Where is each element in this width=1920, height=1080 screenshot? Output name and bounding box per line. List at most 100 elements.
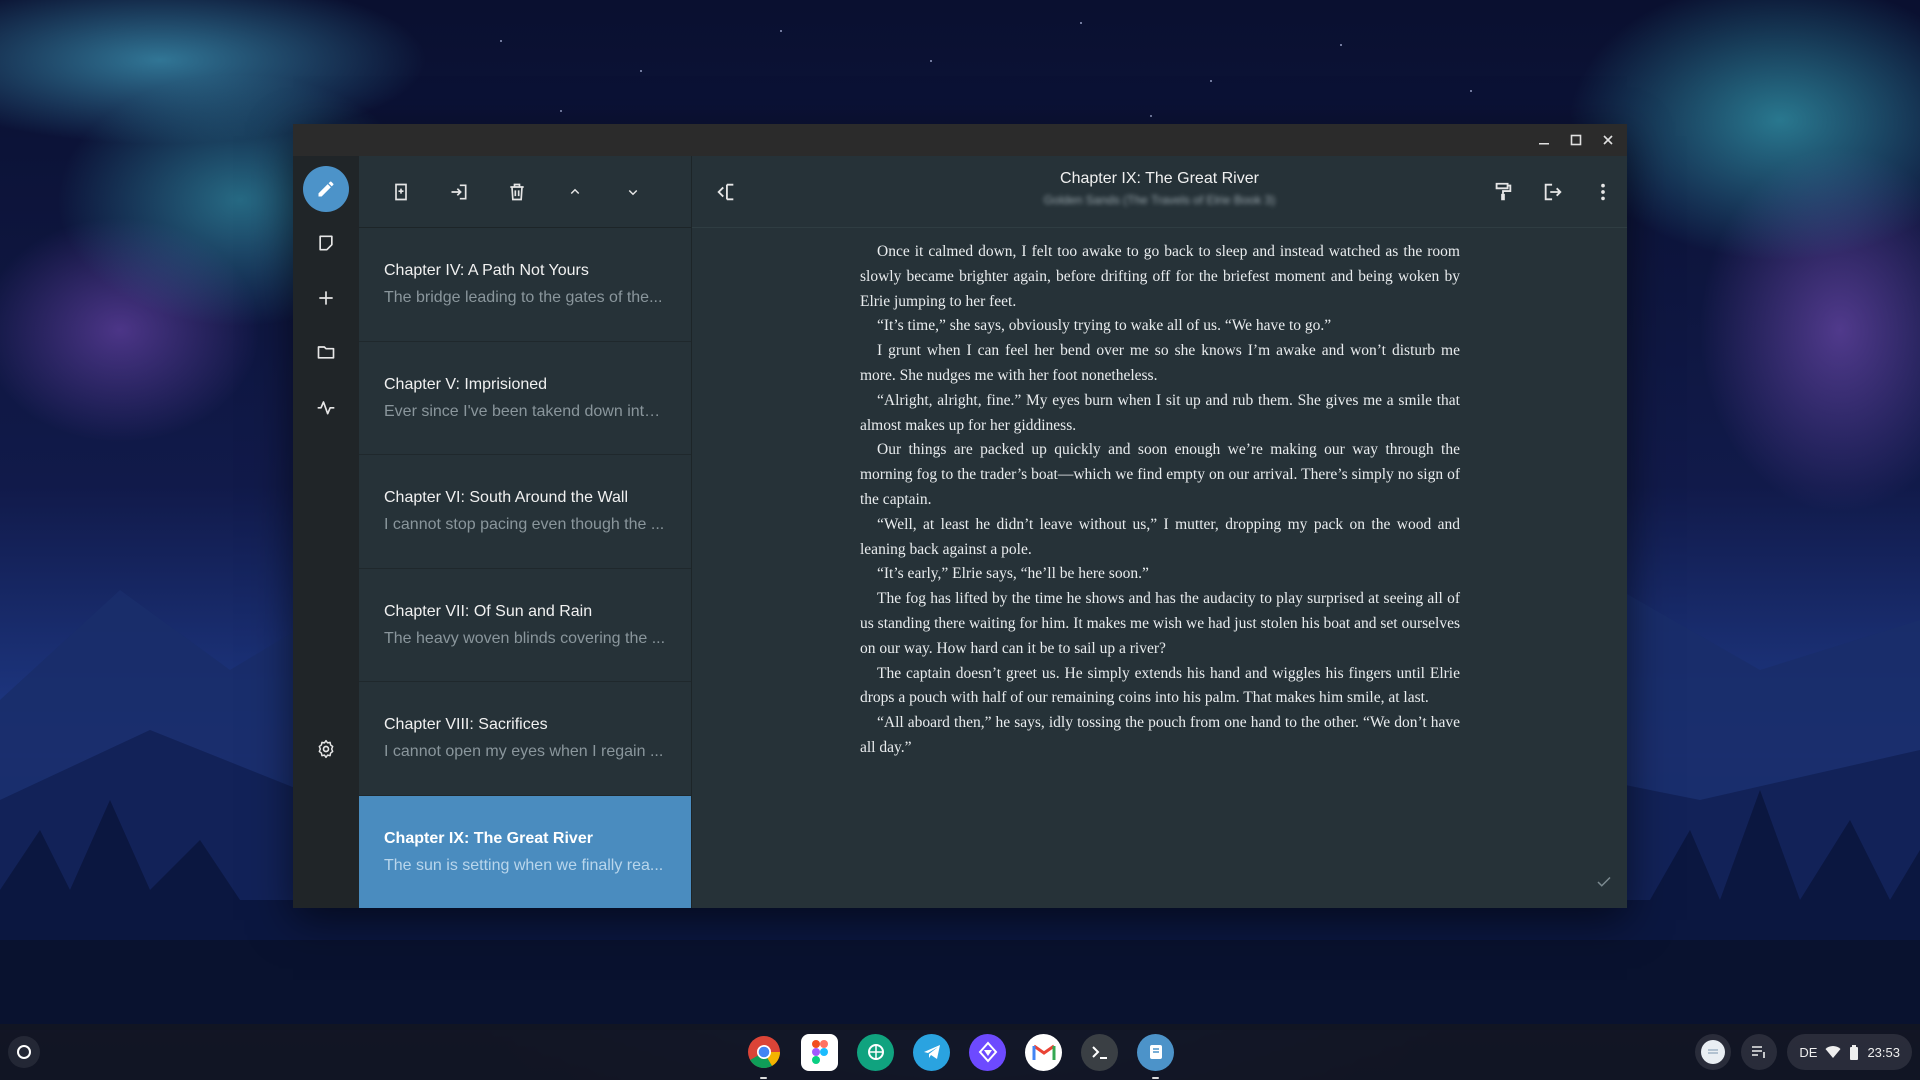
- chapter-snippet: The heavy woven blinds covering the ...: [384, 629, 666, 647]
- minimize-button[interactable]: [1535, 131, 1553, 149]
- chapter-list-item-selected[interactable]: Chapter IX: The Great River The sun is s…: [359, 795, 691, 908]
- more-options-button[interactable]: [1589, 178, 1617, 206]
- chrome-app[interactable]: [745, 1034, 782, 1079]
- chapter-snippet: Ever since I've been takend down into...: [384, 402, 666, 420]
- rail-edit-button[interactable]: [303, 166, 349, 212]
- launcher-circle-icon: [17, 1045, 31, 1059]
- paragraph: Once it calmed down, I felt too awake to…: [860, 243, 1460, 310]
- chapter-list-item[interactable]: Chapter VII: Of Sun and Rain The heavy w…: [359, 569, 691, 682]
- chapter-list-item[interactable]: Chapter VIII: Sacrifices I cannot open m…: [359, 682, 691, 796]
- import-icon: [451, 184, 467, 199]
- edit-pencil-icon: [318, 181, 334, 197]
- notification-icon: [1701, 1040, 1726, 1064]
- playlist-icon: [1752, 1046, 1766, 1058]
- paragraph: “It’s early,” Elrie says, “he’ll be here…: [877, 565, 1149, 583]
- chapter-snippet: The bridge leading to the gates of the..…: [384, 289, 663, 306]
- chapter-list-item[interactable]: Chapter V: Imprisioned Ever since I've b…: [359, 342, 691, 455]
- keyboard-layout-label: DE: [1799, 1044, 1818, 1060]
- rail-statistics-button[interactable]: [303, 384, 349, 430]
- chapter-list: Chapter IV: A Path Not Yours The bridge …: [359, 228, 691, 908]
- import-button[interactable]: [445, 178, 473, 206]
- window-controls: [1535, 124, 1617, 156]
- chapter-title: Chapter V: Imprisioned: [384, 375, 548, 393]
- chapter-title: Chapter VII: Of Sun and Rain: [384, 602, 593, 620]
- notes-icon: [319, 235, 333, 251]
- novel-writer-app[interactable]: [1137, 1033, 1174, 1079]
- chapter-title: Chapter VIII: Sacrifices: [384, 716, 548, 733]
- chapter-list-toolbar: [359, 156, 691, 228]
- delete-button[interactable]: [503, 178, 531, 206]
- editor-pane: Chapter IX: The Great River Golden Sands…: [692, 156, 1627, 908]
- launcher-button[interactable]: [8, 1036, 40, 1068]
- maximize-button[interactable]: [1567, 131, 1585, 149]
- statistics-icon: [317, 401, 335, 415]
- quick-settings-button[interactable]: DE 23:53: [1787, 1034, 1912, 1070]
- paragraph: The fog has lifted by the time he shows …: [860, 590, 1460, 657]
- paragraph: The captain doesn’t greet us. He simply …: [860, 664, 1460, 707]
- document-title: Chapter IX: The Great River: [1060, 170, 1259, 187]
- document-subtitle: Golden Sands (The Travels of Elrie Book …: [1043, 193, 1276, 207]
- figma-app[interactable]: [801, 1033, 838, 1071]
- saved-indicator: [1595, 873, 1613, 896]
- paragraph: “Alright, alright, fine.” My eyes burn w…: [860, 391, 1460, 434]
- terminal-app[interactable]: [1081, 1033, 1118, 1071]
- navigation-rail: [293, 156, 359, 908]
- chapter-list-item[interactable]: Chapter IV: A Path Not Yours The bridge …: [359, 228, 691, 342]
- add-chapter-icon: [395, 183, 407, 200]
- system-shelf: DE 23:53: [0, 1024, 1920, 1080]
- wifi-icon: [1825, 1046, 1841, 1058]
- rail-settings-button[interactable]: [303, 726, 349, 772]
- chatgpt-app[interactable]: [857, 1033, 894, 1071]
- window-titlebar[interactable]: [293, 124, 1627, 156]
- status-tray: DE 23:53: [1695, 1024, 1912, 1080]
- more-vert-icon: [1601, 183, 1605, 201]
- rail-folder-button[interactable]: [303, 329, 349, 375]
- add-icon: [319, 291, 333, 305]
- figma-icon: [811, 1040, 828, 1064]
- move-up-button[interactable]: [561, 178, 589, 206]
- export-button[interactable]: [1539, 178, 1567, 206]
- add-chapter-button[interactable]: [387, 178, 415, 206]
- proton-vpn-app[interactable]: [969, 1033, 1006, 1071]
- telegram-icon: [923, 1045, 940, 1059]
- app-dock: [745, 1024, 1174, 1080]
- move-up-icon: [570, 188, 580, 194]
- app-window: Chapter IV: A Path Not Yours The bridge …: [293, 124, 1627, 908]
- chapter-title: Chapter IX: The Great River: [384, 829, 593, 847]
- manuscript-text-area[interactable]: Once it calmed down, I felt too awake to…: [860, 240, 1460, 761]
- folder-icon: [317, 346, 335, 359]
- vpn-shield-icon: [978, 1041, 997, 1063]
- format-button[interactable]: [1489, 178, 1517, 206]
- move-down-icon: [628, 189, 638, 195]
- close-button[interactable]: [1599, 131, 1617, 149]
- chapter-snippet: I cannot stop pacing even though the ...: [384, 516, 665, 533]
- check-icon: [1597, 876, 1611, 887]
- clock-time: 23:53: [1867, 1044, 1900, 1060]
- telegram-app[interactable]: [913, 1033, 950, 1071]
- paragraph: “It’s time,” she says, obviously trying …: [877, 317, 1332, 335]
- gmail-app[interactable]: [1025, 1033, 1062, 1071]
- paragraph: “Well, at least he didn’t leave without …: [860, 515, 1460, 558]
- chrome-icon: [747, 1036, 780, 1069]
- chapter-title: Chapter IV: A Path Not Yours: [384, 262, 589, 279]
- move-down-button[interactable]: [619, 178, 647, 206]
- notification-button[interactable]: [1695, 1034, 1732, 1070]
- chapter-list-item[interactable]: Chapter VI: South Around the Wall I cann…: [359, 455, 691, 569]
- paragraph: Our things are packed up quickly and soo…: [860, 441, 1460, 508]
- media-queue-button[interactable]: [1741, 1034, 1778, 1070]
- gmail-icon: [1032, 1044, 1055, 1060]
- chapter-title: Chapter VI: South Around the Wall: [384, 489, 628, 506]
- format-paint-icon: [1495, 182, 1512, 201]
- paragraph: “All aboard then,” he says, idly tossing…: [860, 714, 1460, 756]
- rail-notes-button[interactable]: [303, 220, 349, 266]
- rail-add-button[interactable]: [303, 275, 349, 321]
- editor-toolbar: Chapter IX: The Great River Golden Sands…: [692, 156, 1627, 228]
- delete-icon: [510, 183, 524, 200]
- export-icon: [1544, 183, 1562, 201]
- paragraph: I grunt when I can feel her bend over me…: [860, 342, 1460, 384]
- chatgpt-icon: [867, 1044, 884, 1060]
- terminal-prompt-icon: [1091, 1046, 1107, 1059]
- chapter-snippet: The sun is setting when we finally rea..…: [384, 856, 664, 874]
- gear-icon: [318, 739, 334, 759]
- chapter-list-panel: Chapter IV: A Path Not Yours The bridge …: [359, 156, 692, 908]
